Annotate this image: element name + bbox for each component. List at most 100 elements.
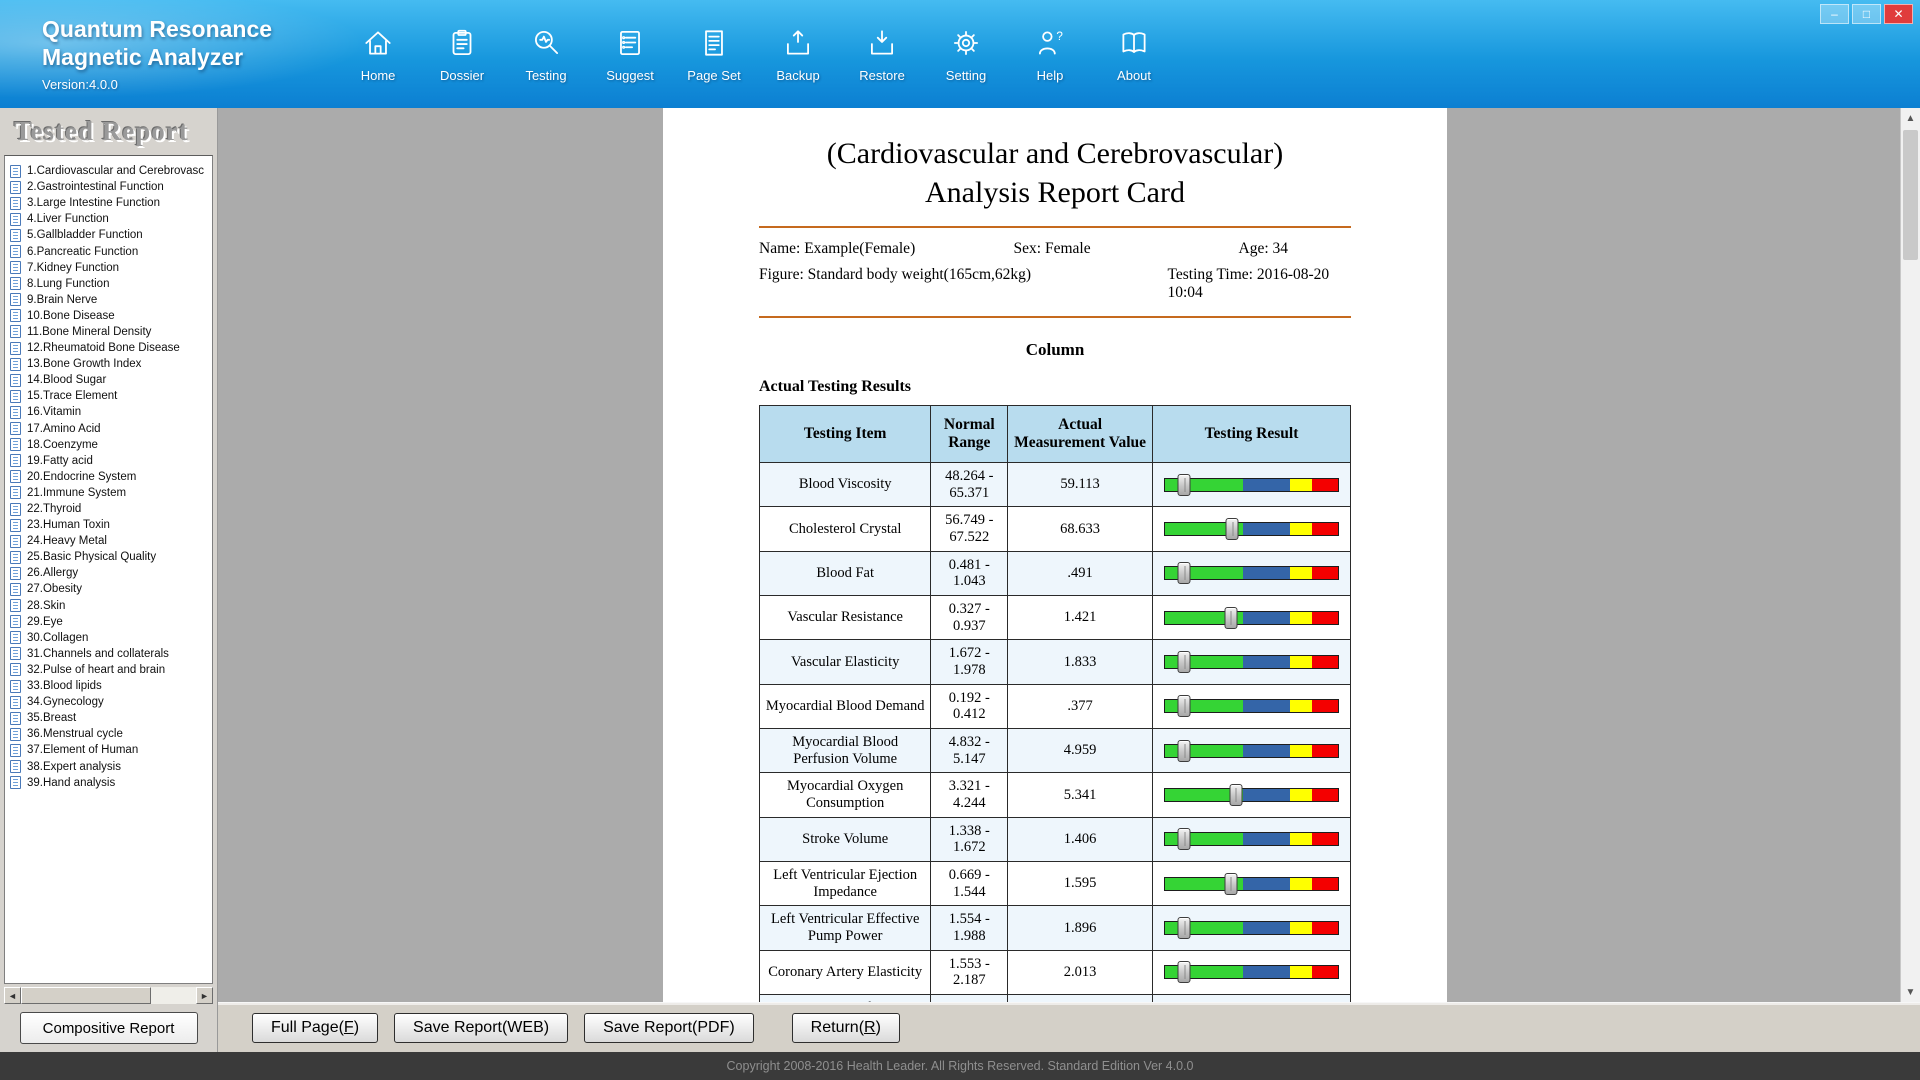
tree-item[interactable]: 38.Expert analysis	[10, 758, 207, 774]
tree-item[interactable]: 30.Collagen	[10, 630, 207, 646]
scrollbar-thumb[interactable]	[1903, 130, 1918, 260]
tree-item[interactable]: 37.Element of Human	[10, 742, 207, 758]
tree-item[interactable]: 27.Obesity	[10, 581, 207, 597]
tree-item[interactable]: 2.Gastrointestinal Function	[10, 179, 207, 195]
nav-item-suggest[interactable]: Suggest	[588, 25, 672, 83]
report-doc-icon	[10, 760, 21, 773]
scroll-down-icon[interactable]: ▼	[1901, 982, 1920, 1002]
tree-item[interactable]: 39.Hand analysis	[10, 775, 207, 791]
tree-item[interactable]: 32.Pulse of heart and brain	[10, 662, 207, 678]
measured-value: .491	[1008, 551, 1153, 595]
report-doc-icon	[10, 325, 21, 338]
tree-item[interactable]: 8.Lung Function	[10, 276, 207, 292]
measured-value: 15.241	[1008, 995, 1153, 1002]
tree-item[interactable]: 24.Heavy Metal	[10, 533, 207, 549]
report-doc-icon	[10, 712, 21, 725]
tree-item-label: 4.Liver Function	[27, 213, 109, 225]
tree-item[interactable]: 34.Gynecology	[10, 694, 207, 710]
testing-item: Left Ventricular Ejection Impedance	[760, 862, 931, 906]
divider-top	[759, 226, 1351, 228]
tree-item[interactable]: 9.Brain Nerve	[10, 292, 207, 308]
bar-segment	[1290, 567, 1312, 579]
tree-item[interactable]: 4.Liver Function	[10, 211, 207, 227]
testing-item: Blood Fat	[760, 551, 931, 595]
report-doc-icon	[10, 647, 21, 660]
save-report-pdf--button[interactable]: Save Report(PDF)	[584, 1013, 754, 1043]
scrollbar-thumb[interactable]	[21, 987, 151, 1004]
result-bar	[1164, 655, 1339, 669]
tree-item-label: 1.Cardiovascular and Cerebrovasc	[27, 165, 204, 177]
tree-item[interactable]: 35.Breast	[10, 710, 207, 726]
scroll-right-icon[interactable]: ►	[196, 987, 213, 1004]
testing-result-cell	[1152, 640, 1350, 684]
tree-item[interactable]: 10.Bone Disease	[10, 308, 207, 324]
testing-item: Coronary Artery Elasticity	[760, 950, 931, 994]
tree-item[interactable]: 12.Rheumatoid Bone Disease	[10, 340, 207, 356]
result-bar	[1164, 877, 1339, 891]
tree-item[interactable]: 20.Endocrine System	[10, 469, 207, 485]
return-r--button[interactable]: Return(R)	[792, 1013, 900, 1043]
result-row: Myocardial Blood Perfusion Volume 4.832 …	[760, 729, 1351, 773]
column-header: Testing Item	[760, 406, 931, 463]
tree-item-label: 39.Hand analysis	[27, 777, 115, 789]
nav-label: Suggest	[606, 68, 654, 83]
tree-item-label: 31.Channels and collaterals	[27, 648, 169, 660]
tree-item[interactable]: 25.Basic Physical Quality	[10, 549, 207, 565]
minimize-button[interactable]: –	[1820, 4, 1849, 24]
tree-item[interactable]: 7.Kidney Function	[10, 260, 207, 276]
tree-item[interactable]: 13.Bone Growth Index	[10, 356, 207, 372]
vertical-scrollbar: ▲ ▼	[1900, 108, 1920, 1002]
tree-item[interactable]: 11.Bone Mineral Density	[10, 324, 207, 340]
save-report-web--button[interactable]: Save Report(WEB)	[394, 1013, 568, 1043]
nav-item-setting[interactable]: Setting	[924, 25, 1008, 83]
tree-item[interactable]: 18.Coenzyme	[10, 437, 207, 453]
report-doc-icon	[10, 374, 21, 387]
nav-item-page-set[interactable]: Page Set	[672, 25, 756, 83]
tree-item-label: 7.Kidney Function	[27, 262, 119, 274]
maximize-button[interactable]: □	[1852, 4, 1881, 24]
scroll-left-icon[interactable]: ◄	[4, 987, 21, 1004]
tree-item[interactable]: 19.Fatty acid	[10, 453, 207, 469]
tree-item[interactable]: 14.Blood Sugar	[10, 372, 207, 388]
tree-item[interactable]: 22.Thyroid	[10, 501, 207, 517]
report-title-line1: (Cardiovascular and Cerebrovascular)	[759, 134, 1351, 173]
scrollbar-track[interactable]	[1901, 128, 1920, 982]
nav-item-home[interactable]: Home	[336, 25, 420, 83]
nav-item-dossier[interactable]: Dossier	[420, 25, 504, 83]
report-doc-icon	[10, 599, 21, 612]
tree-item[interactable]: 29.Eye	[10, 614, 207, 630]
testing-item: Myocardial Blood Perfusion Volume	[760, 729, 931, 773]
nav-item-restore[interactable]: Restore	[840, 25, 924, 83]
bar-segment	[1243, 966, 1290, 978]
tree-item[interactable]: 1.Cardiovascular and Cerebrovasc	[10, 163, 207, 179]
nav-item-backup[interactable]: Backup	[756, 25, 840, 83]
close-button[interactable]: ✕	[1884, 4, 1913, 24]
nav-item-testing[interactable]: Testing	[504, 25, 588, 83]
nav-item-about[interactable]: About	[1092, 25, 1176, 83]
result-marker-icon	[1226, 518, 1239, 540]
tree-item[interactable]: 36.Menstrual cycle	[10, 726, 207, 742]
report-doc-icon	[10, 165, 21, 178]
tree-item[interactable]: 17.Amino Acid	[10, 421, 207, 437]
tree-item[interactable]: 5.Gallbladder Function	[10, 227, 207, 243]
tree-item[interactable]: 15.Trace Element	[10, 388, 207, 404]
scrollbar-track[interactable]	[21, 987, 196, 1004]
tree-item[interactable]: 16.Vitamin	[10, 404, 207, 420]
tree-item[interactable]: 31.Channels and collaterals	[10, 646, 207, 662]
tree-item[interactable]: 33.Blood lipids	[10, 678, 207, 694]
tree-item[interactable]: 21.Immune System	[10, 485, 207, 501]
full-page-f--button[interactable]: Full Page(F)	[252, 1013, 378, 1043]
column-header: Testing Result	[1152, 406, 1350, 463]
tree-item[interactable]: 26.Allergy	[10, 565, 207, 581]
report-doc-icon	[10, 454, 21, 467]
tree-item[interactable]: 3.Large Intestine Function	[10, 195, 207, 211]
nav-item-help[interactable]: ? Help	[1008, 25, 1092, 83]
compositive-report-button[interactable]: Compositive Report	[20, 1012, 198, 1044]
bar-segment	[1290, 700, 1312, 712]
result-bar	[1164, 566, 1339, 580]
tree-item[interactable]: 6.Pancreatic Function	[10, 243, 207, 259]
tree-item-label: 23.Human Toxin	[27, 519, 110, 531]
tree-item[interactable]: 28.Skin	[10, 598, 207, 614]
scroll-up-icon[interactable]: ▲	[1901, 108, 1920, 128]
tree-item[interactable]: 23.Human Toxin	[10, 517, 207, 533]
